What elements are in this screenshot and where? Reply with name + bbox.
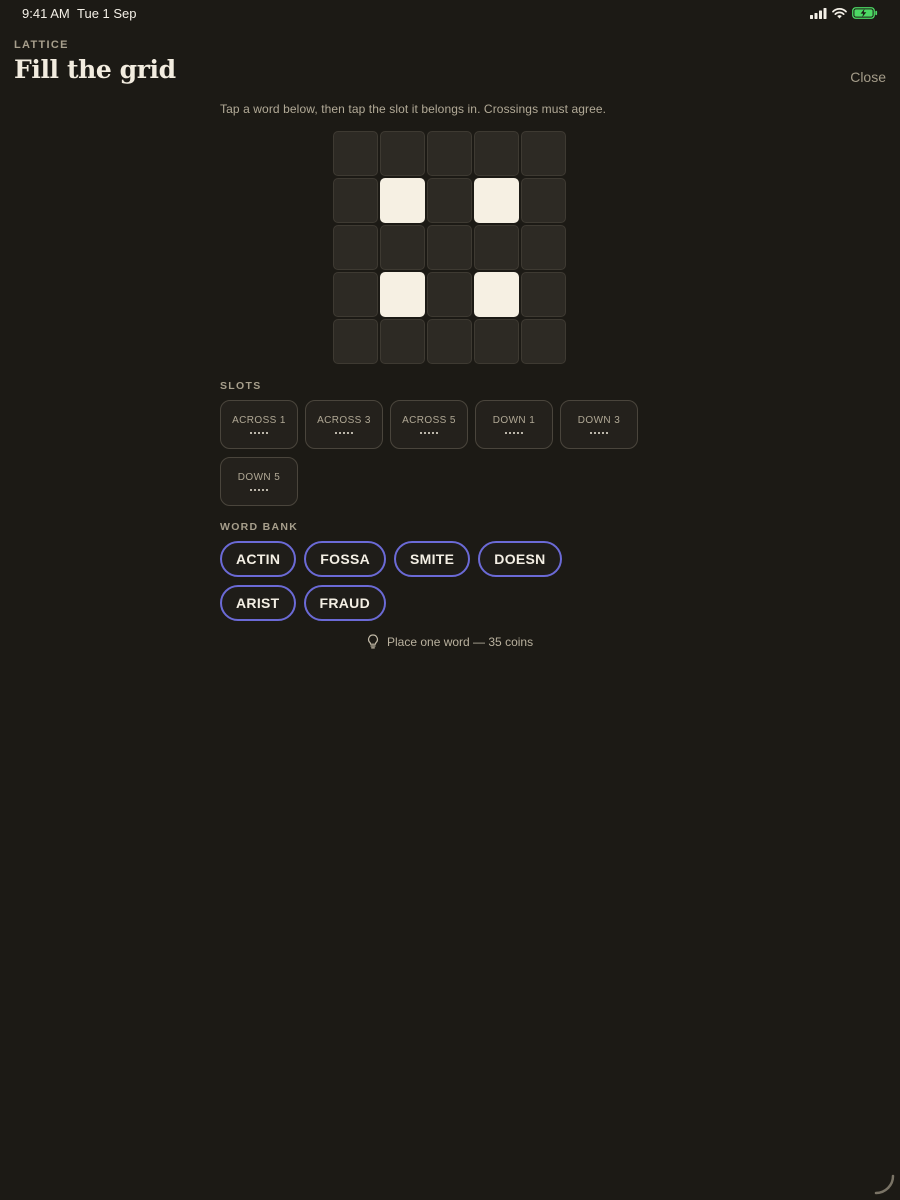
status-date: Tue 1 Sep [77,6,137,21]
word-chip-smite[interactable]: SMITE [394,541,471,577]
grid-cell[interactable] [333,272,378,317]
letter-placeholder [594,431,596,434]
grid-cell[interactable] [474,225,519,270]
grid-block-cell [474,272,519,317]
grid-block-cell [380,178,425,223]
slot-name: DOWN 1 [492,414,536,426]
lightbulb-icon [368,634,378,649]
letter-placeholder [250,488,252,491]
letter-placeholder [343,431,345,434]
letter-placeholder [513,431,515,434]
letter-placeholder [509,431,511,434]
letter-placeholder [602,431,604,434]
letter-placeholder [266,488,268,491]
grid-cell[interactable] [427,131,472,176]
letter-placeholder [598,431,600,434]
grid-cell[interactable] [333,131,378,176]
grid-cell[interactable] [427,319,472,364]
letter-placeholder [428,431,430,434]
grid-cell[interactable] [427,178,472,223]
word-bank: ACTIN FOSSA SMITE DOESN ARIST FRAUD [220,541,640,621]
instructions-text: Tap a word below, then tap the slot it b… [220,102,607,116]
close-button[interactable]: Close [850,69,886,85]
slots-label: SLOTS [220,380,262,392]
grid-cell[interactable] [380,131,425,176]
letter-placeholder [432,431,434,434]
grid-cell[interactable] [521,225,566,270]
slot-name: ACROSS 3 [317,414,371,426]
grid-cell[interactable] [380,319,425,364]
slot-letter-placeholders [590,431,608,434]
hint-button[interactable]: Place one word — 35 coins [367,634,533,649]
slot-down-3[interactable]: DOWN 3 [560,400,638,449]
grid-cell[interactable] [521,131,566,176]
grid-cell[interactable] [333,319,378,364]
grid-block-cell [380,272,425,317]
slot-down-5[interactable]: DOWN 5 [220,457,298,506]
grid-cell[interactable] [521,178,566,223]
word-chip-arist[interactable]: ARIST [220,585,296,621]
home-indicator-icon [874,1174,895,1195]
slot-name: DOWN 3 [577,414,621,426]
word-chip-actin[interactable]: ACTIN [220,541,297,577]
letter-placeholder [351,431,353,434]
page-title: Fill the grid [14,55,176,84]
letter-placeholder [424,431,426,434]
slot-letter-placeholders [250,488,268,491]
grid-cell[interactable] [427,225,472,270]
grid-cell[interactable] [333,225,378,270]
letter-placeholder [254,431,256,434]
word-chip-doesn[interactable]: DOESN [478,541,562,577]
slot-letter-placeholders [335,431,353,434]
letter-placeholder [606,431,608,434]
grid-cell[interactable] [521,319,566,364]
puzzle-grid [333,131,566,364]
letter-placeholder [590,431,592,434]
letter-placeholder [517,431,519,434]
status-icons [810,7,878,19]
wifi-icon [832,7,847,18]
slot-across-5[interactable]: ACROSS 5 [390,400,468,449]
letter-placeholder [420,431,422,434]
letter-placeholder [262,431,264,434]
letter-placeholder [436,431,438,434]
slot-name: ACROSS 1 [232,414,286,426]
slot-across-3[interactable]: ACROSS 3 [305,400,383,449]
letter-placeholder [254,488,256,491]
status-time: 9:41 AM [22,6,70,21]
letter-placeholder [262,488,264,491]
hint-text: Place one word — 35 coins [387,634,534,649]
grid-cell[interactable] [380,225,425,270]
slots-list: ACROSS 1 ACROSS 3 ACROSS 5 DOWN 1 DOWN 3 DOWN… [220,400,650,506]
slot-letter-placeholders [250,431,268,434]
grid-cell[interactable] [521,272,566,317]
grid-cell[interactable] [474,319,519,364]
word-bank-label: WORD BANK [220,521,299,533]
app-name: LATTICE [14,39,69,51]
letter-placeholder [258,488,260,491]
grid-cell[interactable] [427,272,472,317]
slot-name: DOWN 5 [237,471,281,483]
letter-placeholder [347,431,349,434]
slot-letter-placeholders [505,431,523,434]
letter-placeholder [250,431,252,434]
grid-block-cell [474,178,519,223]
word-chip-fossa[interactable]: FOSSA [304,541,387,577]
letter-placeholder [505,431,507,434]
cellular-signal-icon [810,7,827,19]
letter-placeholder [258,431,260,434]
grid-cell[interactable] [474,131,519,176]
letter-placeholder [266,431,268,434]
word-chip-fraud[interactable]: FRAUD [303,585,386,621]
letter-placeholder [335,431,337,434]
letter-placeholder [339,431,341,434]
letter-placeholder [521,431,523,434]
battery-charging-icon [852,7,878,19]
slot-name: ACROSS 5 [402,414,456,426]
slot-down-1[interactable]: DOWN 1 [475,400,553,449]
status-bar: 9:41 AM Tue 1 Sep [0,0,900,28]
slot-across-1[interactable]: ACROSS 1 [220,400,298,449]
grid-cell[interactable] [333,178,378,223]
slot-letter-placeholders [420,431,438,434]
